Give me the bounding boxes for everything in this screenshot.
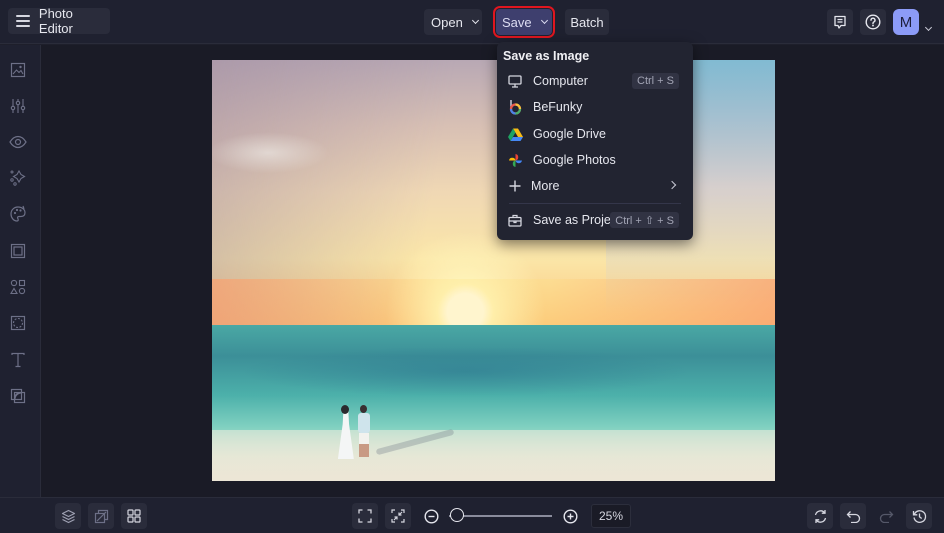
sparkle-icon <box>9 169 27 187</box>
save-menu-item-label: Computer <box>533 74 588 88</box>
palette-icon <box>9 205 27 223</box>
sidebar-item-touch-up[interactable] <box>8 132 28 152</box>
bottom-toolbar: 25% <box>0 497 944 533</box>
zoom-out-button[interactable] <box>418 503 444 529</box>
sidebar-item-artsy[interactable] <box>8 204 28 224</box>
redo-icon <box>879 510 894 523</box>
help-button[interactable] <box>860 9 886 35</box>
photo-couple <box>336 405 376 465</box>
zoom-out-icon <box>423 508 439 524</box>
eye-icon <box>9 135 27 149</box>
chevron-down-icon <box>471 16 479 25</box>
batch-button[interactable]: Batch <box>565 9 609 35</box>
fit-screen-icon <box>358 509 372 523</box>
open-label: Open <box>431 14 463 30</box>
fit-to-screen-button[interactable] <box>352 503 378 529</box>
save-menu-item-save-as-project[interactable]: Save as Project Ctrl + ⇧ + S <box>501 208 689 232</box>
save-label: Save <box>502 14 532 30</box>
save-menu-item-label: Google Drive <box>533 127 606 141</box>
photo-editor-app: Photo Editor Open Save Batch M Save as I… <box>0 0 944 533</box>
zoom-in-icon <box>562 508 578 524</box>
reset-icon <box>813 509 828 524</box>
save-button[interactable]: Save <box>493 6 555 38</box>
hamburger-menu-icon <box>16 15 30 27</box>
zoom-slider-thumb[interactable] <box>450 508 465 522</box>
grid-view-button[interactable] <box>121 503 147 529</box>
texture-icon <box>10 388 26 404</box>
photo-horizon-glow <box>212 278 775 330</box>
image-icon <box>10 62 26 78</box>
chevron-down-icon <box>924 23 933 32</box>
photo-sea-depth <box>240 346 691 397</box>
sidebar-item-text[interactable] <box>8 350 28 370</box>
sidebar-item-frames[interactable] <box>8 241 28 261</box>
save-menu-item-google-photos[interactable]: Google Photos <box>501 148 689 172</box>
save-menu-item-befunky[interactable]: BeFunky <box>501 95 689 119</box>
history-button[interactable] <box>906 503 932 529</box>
history-icon <box>912 509 927 524</box>
account-menu-toggle[interactable] <box>924 17 933 35</box>
save-menu-item-more[interactable]: More <box>501 174 689 198</box>
save-menu-item-computer[interactable]: Computer Ctrl + S <box>501 69 689 93</box>
undo-button[interactable] <box>840 503 866 529</box>
chevron-down-icon <box>540 16 548 25</box>
plus-icon <box>507 178 523 194</box>
save-menu-item-google-drive[interactable]: Google Drive <box>501 122 689 146</box>
save-menu-item-label: Save as Project <box>533 213 621 227</box>
batch-label: Batch <box>570 14 604 30</box>
monitor-icon <box>507 73 523 89</box>
reset-button[interactable] <box>807 503 833 529</box>
actual-size-button[interactable] <box>385 503 411 529</box>
chevron-right-icon <box>667 180 677 190</box>
sidebar-item-textures[interactable] <box>8 386 28 406</box>
save-menu-item-label: Google Photos <box>533 153 616 167</box>
save-menu: Save as Image Computer Ctrl + S BeFunky … <box>497 42 693 240</box>
undo-icon <box>846 510 861 523</box>
shrink-icon <box>391 509 405 523</box>
menu-divider <box>509 203 681 204</box>
zoom-level-input[interactable]: 25% <box>591 504 631 528</box>
layers-icon <box>61 509 76 524</box>
shortcut-badge: Ctrl + S <box>632 73 679 89</box>
text-icon <box>10 352 26 368</box>
avatar-initial: M <box>899 13 913 31</box>
app-title: Photo Editor <box>38 6 73 36</box>
user-avatar[interactable]: M <box>893 9 919 35</box>
zoom-in-button[interactable] <box>557 503 583 529</box>
briefcase-icon <box>507 212 523 228</box>
comment-icon <box>833 15 847 30</box>
tool-sidebar <box>0 45 41 497</box>
photo-sand <box>212 430 775 481</box>
grid-icon <box>127 509 141 523</box>
help-icon <box>865 14 881 30</box>
comments-button[interactable] <box>827 9 853 35</box>
redo-button[interactable] <box>873 503 899 529</box>
google-photos-icon <box>507 152 523 168</box>
top-bar: Photo Editor Open Save Batch M <box>0 0 944 44</box>
sidebar-item-graphics[interactable] <box>8 277 28 297</box>
compare-button[interactable] <box>88 503 114 529</box>
save-menu-heading: Save as Image <box>503 49 590 63</box>
frame-icon <box>10 243 26 259</box>
shortcut-badge: Ctrl + ⇧ + S <box>610 212 679 228</box>
google-drive-icon <box>507 126 523 142</box>
shapes-icon <box>10 279 26 295</box>
sidebar-item-effects[interactable] <box>8 168 28 188</box>
open-button[interactable]: Open <box>424 9 482 35</box>
sidebar-item-edit[interactable] <box>8 96 28 116</box>
layers-button[interactable] <box>55 503 81 529</box>
save-menu-item-label: More <box>531 179 560 193</box>
sliders-icon <box>10 98 26 114</box>
compare-icon <box>94 509 109 524</box>
overlay-icon <box>10 315 26 331</box>
sidebar-item-overlays[interactable] <box>8 313 28 333</box>
sidebar-item-image-manager[interactable] <box>8 60 28 80</box>
befunky-logo-icon <box>507 99 523 115</box>
app-menu-button[interactable]: Photo Editor <box>8 6 110 36</box>
zoom-slider-track[interactable] <box>449 515 552 517</box>
save-menu-item-label: BeFunky <box>533 100 583 114</box>
